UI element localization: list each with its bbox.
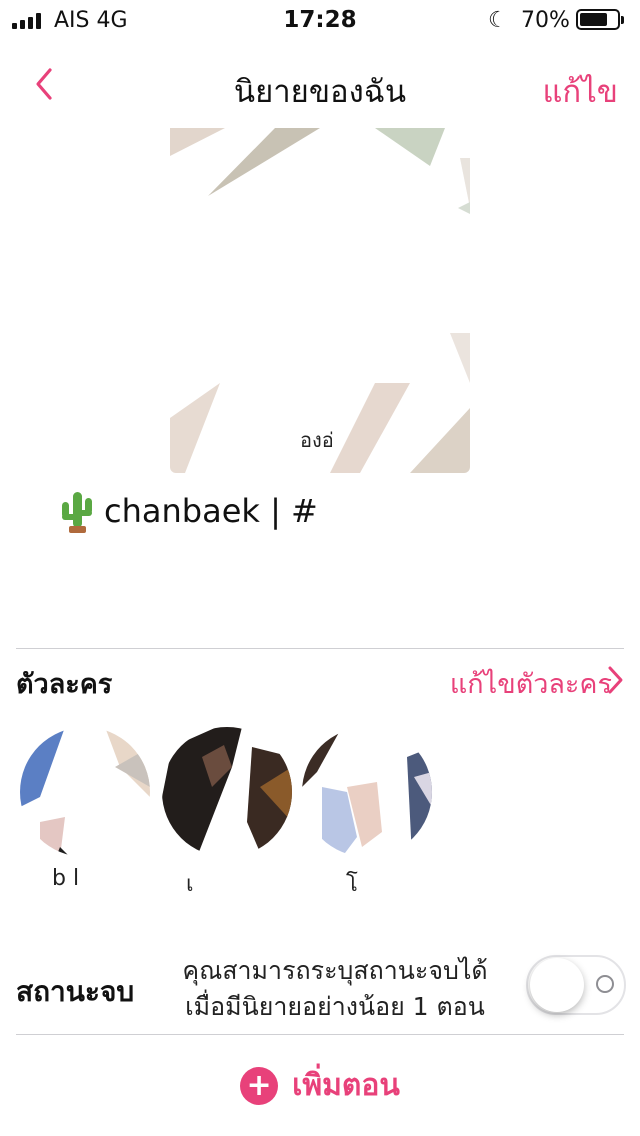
cover-caption: องอ่ bbox=[300, 428, 334, 452]
battery-icon bbox=[576, 9, 624, 30]
characters-title: ตัวละคร bbox=[16, 669, 113, 700]
toggle-knob bbox=[530, 958, 584, 1012]
character-avatar[interactable] bbox=[162, 727, 292, 857]
ending-note-line: คุณสามารถระบุสถานะจบได้ bbox=[182, 956, 488, 985]
add-episode-label: เพิ่มตอน bbox=[292, 1068, 400, 1103]
character-avatar[interactable] bbox=[302, 727, 432, 857]
nav-bar: นิยายของฉัน แก้ไข bbox=[0, 48, 640, 118]
character-avatar[interactable] bbox=[20, 727, 150, 857]
moon-icon: ☾ bbox=[488, 8, 508, 33]
ending-status-toggle[interactable] bbox=[526, 955, 626, 1015]
story-cover-image[interactable]: องอ่ bbox=[170, 128, 470, 473]
ending-note-line: เมื่อมีนิยายอย่างน้อย 1 ตอน bbox=[185, 992, 485, 1021]
battery-percent: 70% bbox=[521, 8, 570, 33]
ending-status-label: สถานะจบ bbox=[16, 975, 135, 1008]
character-name: b l bbox=[52, 866, 80, 891]
cactus-icon bbox=[62, 492, 92, 533]
ending-status-note: คุณสามารถระบุสถานะจบได้ เมื่อมีนิยายอย่า… bbox=[150, 953, 520, 1025]
cover-art bbox=[170, 128, 470, 473]
edit-button[interactable]: แก้ไข bbox=[542, 66, 618, 116]
story-title: chanbaek | # bbox=[104, 492, 318, 530]
character-name: เ bbox=[186, 872, 194, 897]
section-divider bbox=[16, 648, 624, 649]
toggle-off-icon bbox=[596, 975, 614, 993]
plus-circle-icon: + bbox=[240, 1066, 279, 1105]
edit-characters-link[interactable]: แก้ไขตัวละคร bbox=[450, 662, 612, 705]
status-bar: AIS 4G 17:28 ☾ 70% bbox=[0, 0, 640, 40]
character-name: โ bbox=[346, 872, 358, 897]
chevron-right-icon[interactable] bbox=[604, 664, 626, 696]
add-episode-button[interactable]: + เพิ่มตอน bbox=[0, 1062, 640, 1112]
section-divider bbox=[16, 1034, 624, 1035]
